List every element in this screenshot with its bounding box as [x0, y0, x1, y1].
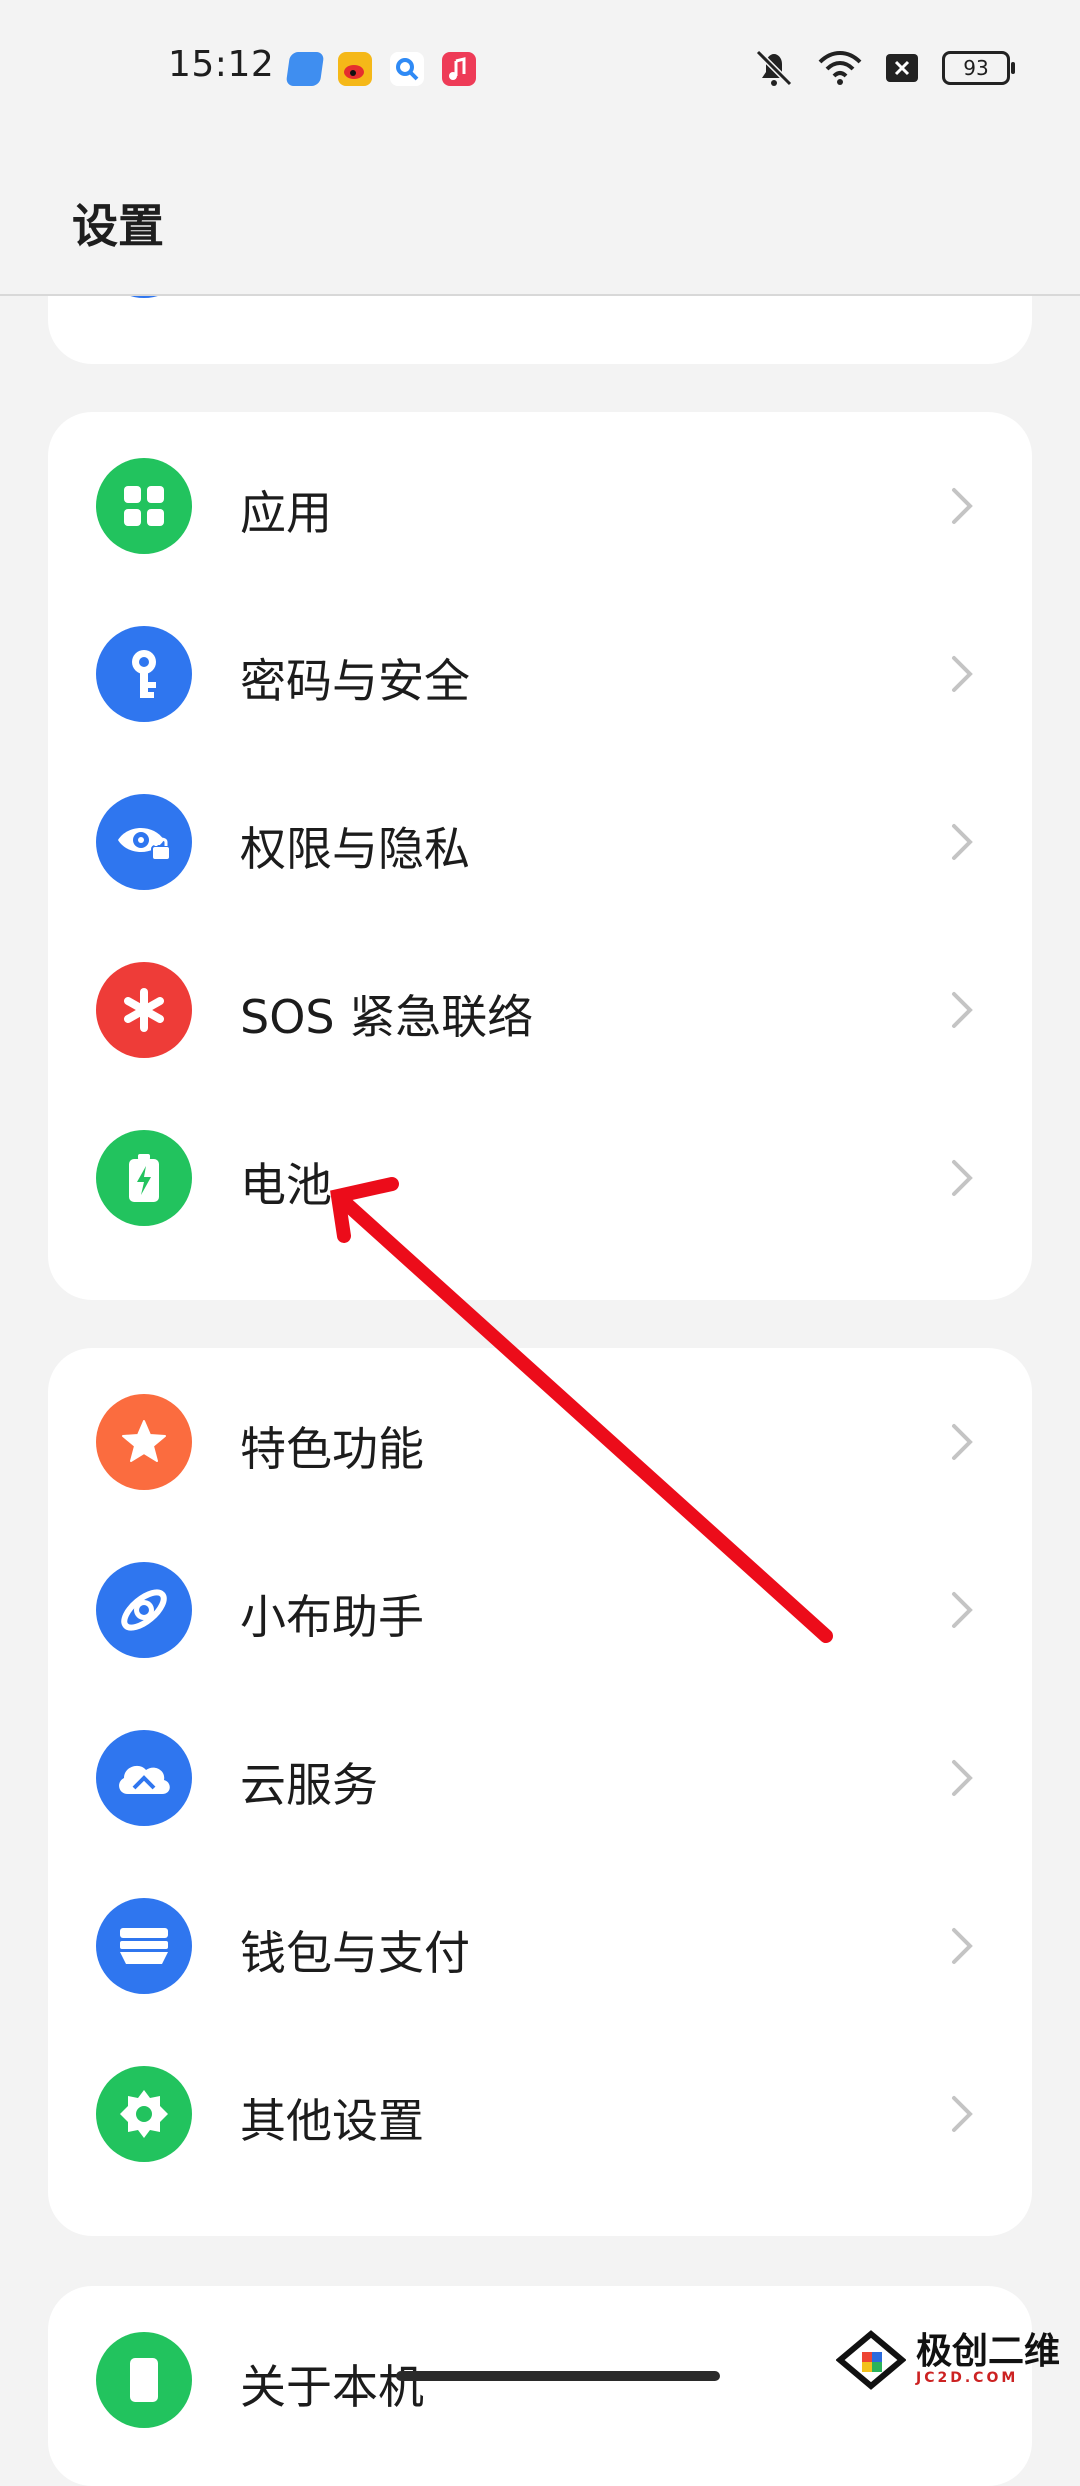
watermark: 极创二维 JC2D.COM — [836, 2330, 1060, 2390]
watermark-text: 极创二维 — [916, 2331, 1061, 2372]
watermark-subtext: JC2D.COM — [916, 2370, 1019, 2386]
home-indicator[interactable] — [396, 2371, 720, 2381]
watermark-logo-icon — [836, 2330, 906, 2390]
annotation-arrow — [330, 1177, 833, 1643]
